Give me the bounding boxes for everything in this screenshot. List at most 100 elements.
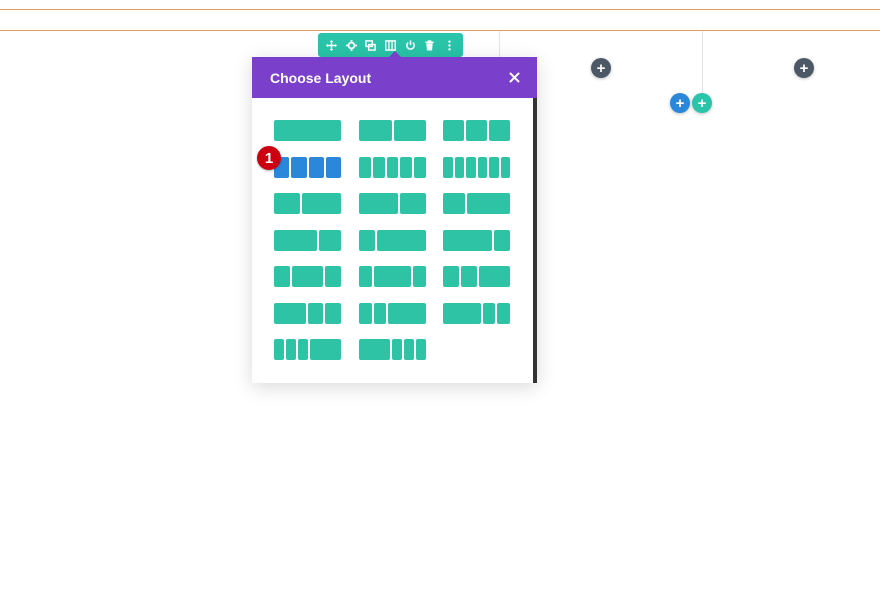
add-section-button[interactable]: + [692, 93, 712, 113]
plus-icon: + [675, 94, 685, 112]
layout-column [274, 193, 300, 214]
layout-column [460, 266, 477, 287]
layout-column [325, 157, 341, 178]
layout-column [466, 193, 510, 214]
layout-column [307, 303, 324, 324]
layout-option-1-2_1-4_1-4[interactable] [274, 303, 341, 324]
layout-option-3-5_1-5_1-5[interactable] [443, 303, 510, 324]
layout-column [497, 303, 510, 324]
layout-option-1-5_1-5_3-5[interactable] [359, 303, 426, 324]
layout-column [489, 120, 510, 141]
layout-option-2-3_1-3[interactable] [274, 230, 341, 251]
layout-column [373, 266, 412, 287]
step-badge: 1 [257, 146, 281, 170]
section-top-border [0, 9, 880, 10]
layout-column [443, 157, 453, 178]
layout-column [443, 120, 464, 141]
layout-option-1-3_2-3[interactable] [443, 193, 510, 214]
layout-column [466, 157, 476, 178]
layout-option-1-5_3-5_1-5[interactable] [359, 266, 426, 287]
layout-column [274, 339, 285, 360]
layout-column [443, 230, 492, 251]
layout-option-3-5_2-5[interactable] [359, 193, 426, 214]
layout-column [372, 157, 385, 178]
layout-column [274, 266, 290, 287]
section-bottom-border [0, 30, 880, 31]
layout-column [478, 266, 510, 287]
layout-column [359, 266, 372, 287]
plus-icon: + [799, 59, 809, 77]
layout-column [489, 157, 499, 178]
add-module-button[interactable]: + [591, 58, 611, 78]
layout-option-1-2_1-6x3[interactable] [359, 339, 426, 360]
layout-column [359, 193, 398, 214]
layout-option-1-4x4[interactable] [274, 157, 341, 178]
layout-column [443, 266, 459, 287]
plus-icon: + [697, 94, 707, 112]
layout-column [319, 230, 341, 251]
layout-column [413, 266, 426, 287]
trash-icon[interactable] [421, 36, 439, 54]
layout-option-3-4_1-4[interactable] [443, 230, 510, 251]
layout-column [274, 303, 306, 324]
layout-option-1-6x3_1-2[interactable] [274, 339, 341, 360]
layout-column [377, 230, 426, 251]
layout-column [274, 120, 341, 141]
modal-header: Choose Layout [252, 57, 537, 98]
layout-option-1-5x5[interactable] [359, 157, 426, 178]
layout-column [310, 339, 341, 360]
layout-column [393, 120, 426, 141]
layout-column [500, 157, 510, 178]
layout-column [388, 303, 426, 324]
layout-column [386, 157, 399, 178]
duplicate-icon[interactable] [362, 36, 380, 54]
modal-title: Choose Layout [270, 69, 372, 86]
layout-column [443, 193, 465, 214]
layout-column [359, 120, 392, 141]
layout-column [391, 339, 402, 360]
layout-column [400, 193, 426, 214]
layout-column [359, 339, 390, 360]
layout-column [466, 120, 487, 141]
choose-layout-modal: Choose Layout [252, 51, 537, 383]
power-icon[interactable] [401, 36, 419, 54]
layout-column [414, 157, 426, 178]
layout-option-1-4_1-2_1-4[interactable] [274, 266, 341, 287]
add-row-button[interactable]: + [670, 93, 690, 113]
layout-column [415, 339, 426, 360]
layout-column [325, 266, 341, 287]
layout-column [291, 266, 324, 287]
layout-column [291, 157, 307, 178]
layout-column [454, 157, 464, 178]
column-divider [702, 31, 703, 101]
layout-option-1-2_1-2[interactable] [359, 120, 426, 141]
layout-option-2-5_3-5[interactable] [274, 193, 341, 214]
layout-column [286, 339, 297, 360]
layout-column [482, 303, 496, 324]
layout-column [308, 157, 324, 178]
layout-column [400, 157, 413, 178]
close-button[interactable] [505, 69, 523, 87]
modal-caret [388, 51, 402, 58]
add-module-button[interactable]: + [794, 58, 814, 78]
layout-column [274, 230, 318, 251]
layout-column [443, 303, 481, 324]
layout-option-1-4_1-4_1-2[interactable] [443, 266, 510, 287]
layout-option-1-4_3-4[interactable] [359, 230, 426, 251]
move-icon[interactable] [323, 36, 341, 54]
layout-column [373, 303, 387, 324]
layout-option-1-6x6[interactable] [443, 157, 510, 178]
plus-icon: + [596, 59, 606, 77]
layout-option-full[interactable] [274, 120, 341, 141]
layout-column [403, 339, 414, 360]
layout-option-1-3x3[interactable] [443, 120, 510, 141]
close-icon [508, 72, 520, 83]
layout-column [359, 303, 372, 324]
gear-icon[interactable] [342, 36, 360, 54]
more-icon[interactable] [440, 36, 458, 54]
modal-scrollbar[interactable] [533, 98, 537, 383]
layout-column [359, 230, 376, 251]
layout-column [493, 230, 510, 251]
layout-column [359, 157, 371, 178]
layout-column [477, 157, 487, 178]
